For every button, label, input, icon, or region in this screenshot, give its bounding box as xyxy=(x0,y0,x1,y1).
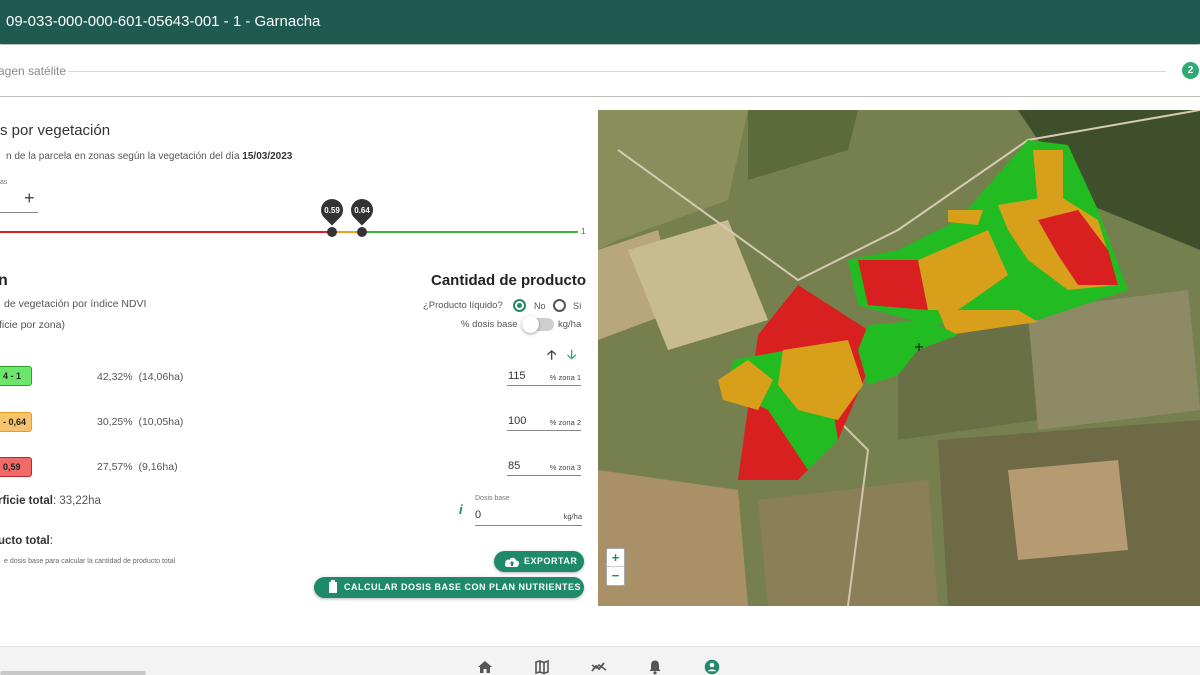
section-title: s por vegetación xyxy=(0,122,111,139)
zone-dose-value-2[interactable]: 100 xyxy=(508,415,526,427)
zone-ha-2: (10,05ha) xyxy=(138,416,184,428)
calculate-base-dose-button[interactable]: CALCULAR DOSIS BASE CON PLAN NUTRIENTES xyxy=(314,577,584,598)
threshold-value-1: 0.59 xyxy=(324,206,340,215)
bell-icon[interactable] xyxy=(647,659,663,675)
user-icon[interactable] xyxy=(704,659,720,675)
liquid-no-radio[interactable] xyxy=(513,299,526,312)
stepper: agen satélite 2 xyxy=(0,45,1200,97)
zone-pct-1: 42,32% xyxy=(97,371,133,383)
step-label-satellite[interactable]: agen satélite xyxy=(0,64,66,78)
top-app-bar: 09-033-000-000-601-05643-001 - 1 - Garna… xyxy=(0,0,1200,44)
vegetation-date: 15/03/2023 xyxy=(242,151,293,162)
zone-orange[interactable] xyxy=(1033,150,1063,205)
pct-dose-label: % dosis base xyxy=(461,319,518,330)
satellite-map[interactable] xyxy=(598,110,1200,606)
dose-unit-toggle-thumb[interactable] xyxy=(522,316,539,333)
cloud-upload-icon xyxy=(504,557,520,567)
product-total-hint: e dosis base para calcular la cantidad d… xyxy=(4,558,176,565)
arrow-down-icon[interactable]: 🡣 xyxy=(567,346,576,368)
slider-handle-2[interactable] xyxy=(357,227,367,237)
product-total-label: ucto total xyxy=(0,535,50,547)
total-area: rficie total: 33,22ha xyxy=(0,495,101,507)
zoning-panel: s por vegetación n de la parcela en zona… xyxy=(0,98,598,646)
liquid-si-label: Sí xyxy=(573,301,582,311)
dose-base-unit: kg/ha xyxy=(563,512,582,521)
map-canvas[interactable] xyxy=(598,110,1200,606)
zones-count-label: as xyxy=(0,179,8,186)
slider-track-low xyxy=(0,231,332,233)
total-area-value: : 33,22ha xyxy=(52,495,101,507)
zoom-in-button[interactable]: + xyxy=(607,549,624,567)
liquid-si-radio[interactable] xyxy=(553,299,566,312)
product-total-colon: : xyxy=(49,535,53,547)
stepper-line xyxy=(68,71,1166,72)
liquid-product-label: ¿Producto líquido? xyxy=(423,300,503,311)
zone-dose-unit-3: % zona 3 xyxy=(549,463,581,472)
threshold-value-2: 0.64 xyxy=(354,206,370,215)
bottom-navigation xyxy=(0,646,1200,675)
add-zone-button[interactable]: + xyxy=(24,188,35,209)
zone-red[interactable] xyxy=(858,260,928,310)
zone-dose-value-3[interactable]: 85 xyxy=(508,460,520,472)
zones-title: n xyxy=(0,272,8,289)
slider-track-high xyxy=(362,231,578,233)
dose-base-value[interactable]: 0 xyxy=(475,509,481,521)
zone-area-2: 30,25% (10,05ha) xyxy=(97,416,183,428)
product-total: ucto total: xyxy=(0,535,53,547)
zones-subtitle-ndvi: de vegetación por índice NDVI xyxy=(4,298,147,310)
zone-ha-3: (9,16ha) xyxy=(138,461,178,473)
dose-base-input[interactable]: 0 kg/ha xyxy=(475,506,582,526)
field-parcel xyxy=(758,480,938,606)
home-icon[interactable] xyxy=(477,659,493,675)
zone-dose-input-3[interactable]: 85 % zona 3 xyxy=(507,456,581,476)
total-area-label: rficie total xyxy=(0,495,53,507)
zone-pct-2: 30,25% xyxy=(97,416,133,428)
zone-dose-unit-1: % zona 1 xyxy=(549,373,581,382)
page-title: 09-033-000-000-601-05643-001 - 1 - Garna… xyxy=(6,13,321,30)
zone-area-1: 42,32% (14,06ha) xyxy=(97,371,183,383)
product-title: Cantidad de producto xyxy=(431,272,586,289)
horizontal-scrollbar[interactable] xyxy=(0,671,146,675)
zone-pct-3: 27,57% xyxy=(97,461,133,473)
export-button[interactable]: EXPORTAR xyxy=(494,551,584,572)
slider-max-label: 1 xyxy=(581,227,586,236)
zoom-out-button[interactable]: − xyxy=(607,567,624,585)
step-number-2[interactable]: 2 xyxy=(1182,62,1199,79)
chart-icon[interactable] xyxy=(591,659,607,675)
field-parcel xyxy=(1008,460,1128,560)
zone-range-badge-1: 4 - 1 xyxy=(0,366,32,386)
slider-handle-1[interactable] xyxy=(327,227,337,237)
export-button-label[interactable]: EXPORTAR xyxy=(524,551,577,572)
map-icon[interactable] xyxy=(534,659,550,675)
bag-icon xyxy=(329,580,337,593)
zones-subtitle-area: ficie por zona) xyxy=(0,319,65,331)
zone-dose-input-1[interactable]: 115 % zona 1 xyxy=(507,366,581,386)
zone-area-3: 27,57% (9,16ha) xyxy=(97,461,178,473)
info-icon[interactable]: i xyxy=(459,502,463,517)
zone-dose-input-2[interactable]: 100 % zona 2 xyxy=(507,411,581,431)
zone-range-badge-2: - 0,64 xyxy=(0,412,32,432)
map-zoom-control: + − xyxy=(606,548,625,586)
section-description: n de la parcela en zonas según la vegeta… xyxy=(6,151,292,162)
kgha-label: kg/ha xyxy=(558,319,582,330)
zone-range-badge-3: 0,59 xyxy=(0,457,32,477)
arrow-up-icon[interactable]: 🡡 xyxy=(547,346,556,368)
calculate-base-dose-label[interactable]: CALCULAR DOSIS BASE CON PLAN NUTRIENTES xyxy=(344,577,581,598)
description-text: n de la parcela en zonas según la vegeta… xyxy=(6,151,240,162)
dose-base-label: Dosis base xyxy=(475,495,510,502)
liquid-no-label: No xyxy=(534,301,546,311)
zone-ha-1: (14,06ha) xyxy=(138,371,184,383)
zone-dose-unit-2: % zona 2 xyxy=(549,418,581,427)
zone-dose-value-1[interactable]: 115 xyxy=(508,370,526,382)
